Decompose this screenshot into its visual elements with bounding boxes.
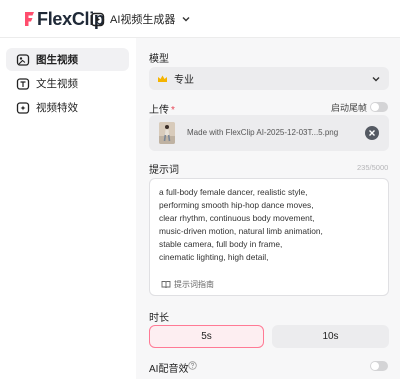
sidebar-item-text-to-video[interactable]: 文生视频: [6, 72, 129, 95]
tool-selector-label: AI视频生成器: [110, 14, 176, 26]
sidebar-item-image-to-video[interactable]: 图生视频: [6, 48, 129, 71]
sidebar-item-label: 文生视频: [36, 78, 78, 90]
prompt-line: clear rhythm, continuous body movement,: [159, 213, 315, 223]
prompt-guide-label: 提示词指南: [174, 280, 214, 289]
prompt-line: cinematic lighting, high detail,: [159, 252, 269, 262]
duration-option-5s[interactable]: 5s: [149, 325, 264, 348]
book-icon: [161, 281, 171, 289]
ai-video-icon: [90, 12, 105, 26]
help-icon[interactable]: [188, 361, 197, 370]
tool-selector[interactable]: AI视频生成器: [90, 10, 191, 28]
tail-frame-label: 启动尾帧: [331, 103, 368, 113]
sidebar-item-label: 视频特效: [36, 102, 78, 114]
chevron-down-icon: [182, 17, 190, 22]
remove-file-button[interactable]: [365, 126, 379, 140]
file-name: Made with FlexClip AI-2025-12-03T...5.pn…: [187, 128, 339, 137]
sidebar-item-video-effects[interactable]: 视频特效: [6, 96, 129, 119]
prompt-line: a full-body female dancer, realistic sty…: [159, 187, 308, 197]
flexclip-logo-icon: [25, 12, 34, 26]
prompt-label: 提示词: [149, 165, 179, 176]
model-select[interactable]: 专业: [149, 67, 389, 90]
model-value: 专业: [174, 75, 194, 86]
chevron-down-icon: [372, 76, 380, 81]
duration-label: 时长: [149, 313, 169, 324]
sidebar-item-label: 图生视频: [36, 54, 78, 66]
upload-label: 上传 *: [149, 101, 175, 116]
duration-option-10s[interactable]: 10s: [272, 325, 389, 348]
app-header: FlexClip AI视频生成器: [0, 0, 400, 38]
prompt-textarea[interactable]: a full-body female dancer, realistic sty…: [149, 178, 389, 296]
uploaded-file: Made with FlexClip AI-2025-12-03T...5.pn…: [149, 115, 389, 151]
text-video-icon: [16, 77, 30, 90]
prompt-line: performing smooth hip-hop dance moves,: [159, 200, 314, 210]
crown-icon: [158, 75, 167, 82]
video-effects-icon: [16, 101, 30, 114]
char-count: 235/5000: [357, 163, 389, 172]
prompt-guide-link[interactable]: 提示词指南: [161, 279, 214, 290]
ai-audio-label: AI配音效: [149, 364, 189, 375]
dancer-thumbnail-image: [159, 122, 175, 144]
close-icon: [369, 130, 375, 136]
tail-frame-toggle[interactable]: [370, 102, 388, 112]
prompt-line: music-driven motion, natural limb animat…: [159, 226, 323, 236]
ai-audio-toggle[interactable]: [370, 361, 388, 371]
prompt-line: stable camera, full body in frame,: [159, 239, 283, 249]
file-thumbnail: [159, 122, 175, 144]
image-video-icon: [16, 53, 30, 66]
model-label: 模型: [149, 54, 169, 65]
